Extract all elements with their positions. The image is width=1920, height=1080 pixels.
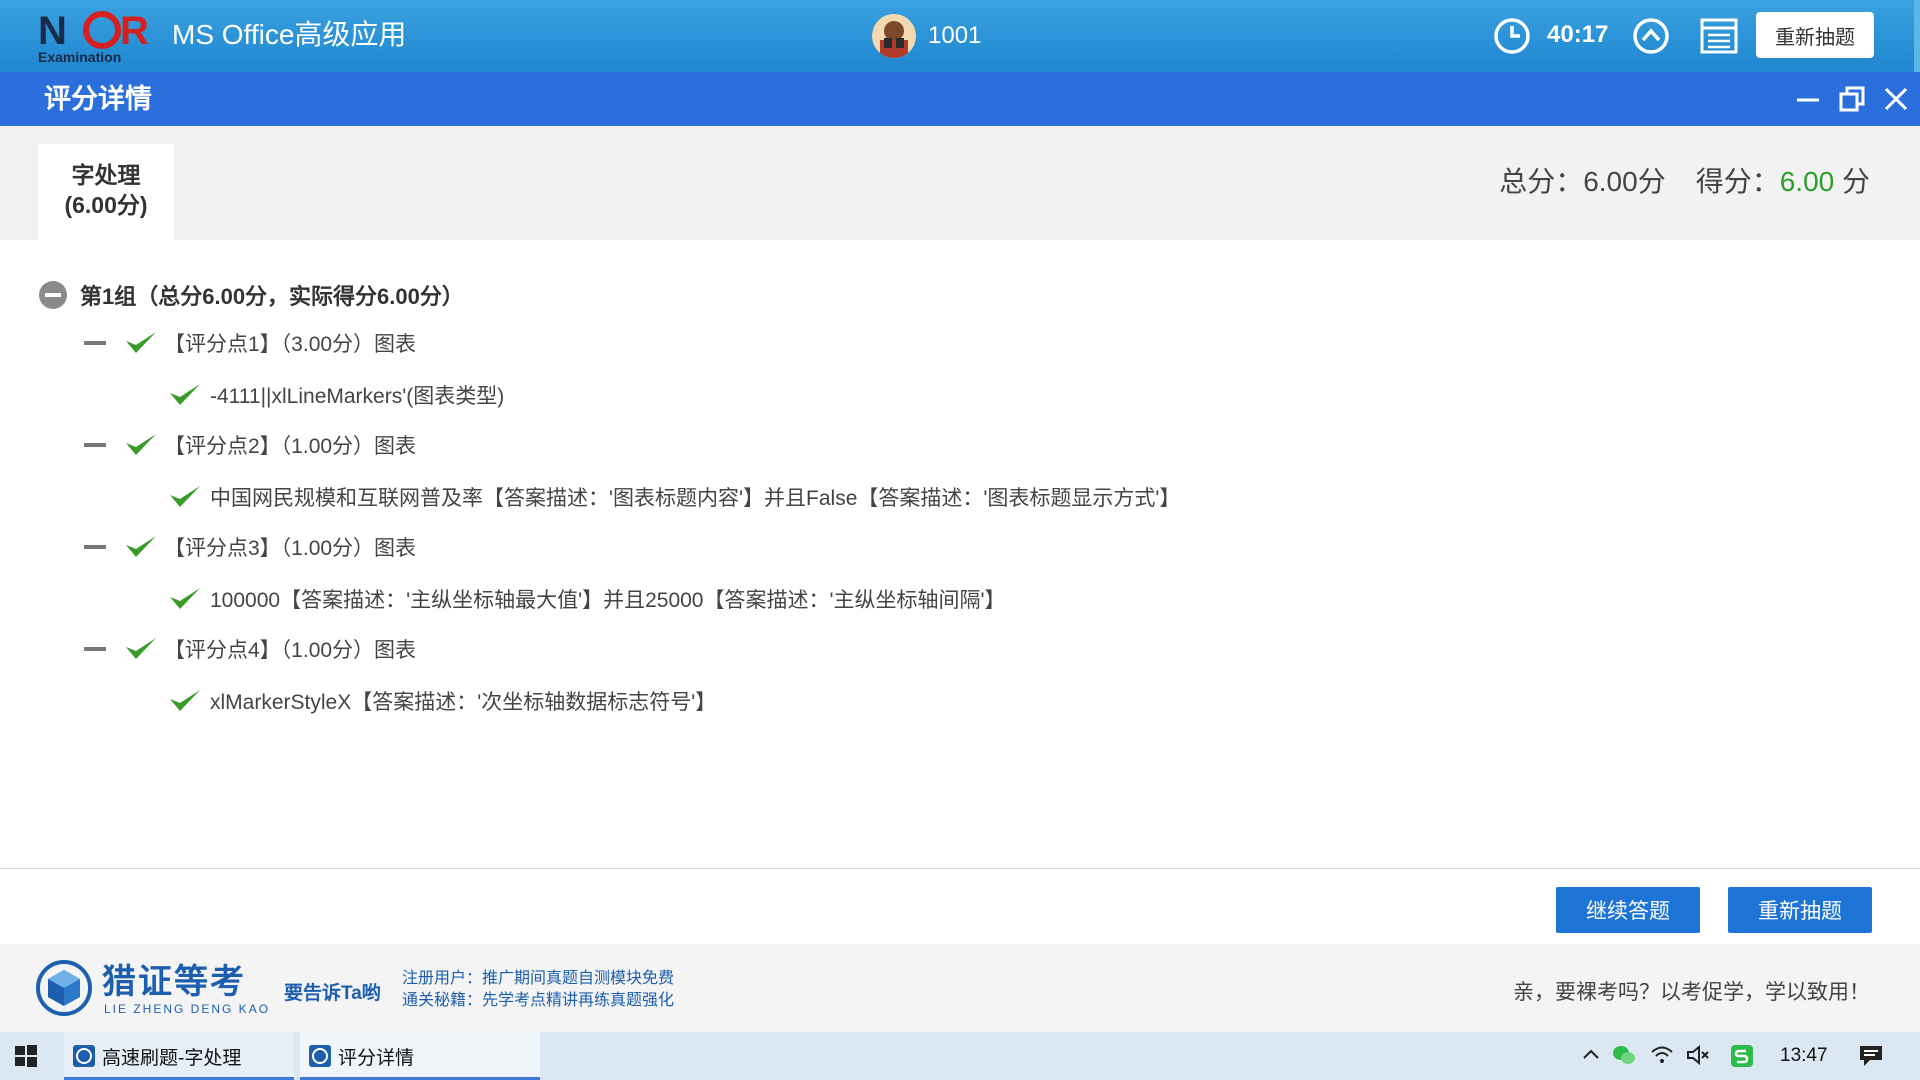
collapse-dash-icon[interactable] bbox=[84, 545, 106, 549]
scoring-tree: 第1组（总分6.00分，实际得分6.00分） 【评分点1】（3.00分）图表 -… bbox=[0, 240, 1920, 868]
svg-text:N: N bbox=[38, 9, 67, 53]
restore-icon[interactable] bbox=[1837, 84, 1867, 114]
promo-line-2: 通关秘籍：先学考点精讲再练真题强化 bbox=[402, 992, 675, 1009]
system-clock[interactable]: 13:47 bbox=[1780, 1045, 1828, 1067]
group-label: 第1组（总分6.00分，实际得分6.00分） bbox=[80, 284, 464, 309]
group-row[interactable]: 第1组（总分6.00分，实际得分6.00分） bbox=[38, 278, 464, 312]
user-id: 1001 bbox=[928, 22, 982, 49]
collapse-dash-icon[interactable] bbox=[84, 443, 106, 447]
scoring-point-3[interactable]: 【评分点3】（1.00分）图表 bbox=[84, 530, 416, 564]
promo-text: 注册用户：推广期间真题自测模块免费 通关秘籍：先学考点精讲再练真题强化 bbox=[402, 968, 674, 1012]
input-method-icon[interactable] bbox=[1730, 1044, 1754, 1068]
taskbar-item-label: 高速刷题-字处理 bbox=[102, 1047, 242, 1069]
app-header: N R Examination MS Office高级应用 1001 40:17 bbox=[0, 0, 1920, 72]
windows-taskbar: 高速刷题-字处理 评分详情 13:47 bbox=[0, 1032, 1920, 1080]
user-avatar[interactable] bbox=[872, 14, 916, 58]
check-icon bbox=[126, 536, 156, 557]
taskbar-item-label: 评分详情 bbox=[338, 1047, 415, 1069]
dialog-title-bar: 评分详情 bbox=[0, 72, 1920, 126]
wechat-icon[interactable] bbox=[1612, 1044, 1636, 1066]
got-value: 6.00 bbox=[1779, 166, 1835, 197]
slogan: 亲，要裸考吗？以考促学，学以致用！ bbox=[1513, 981, 1870, 1004]
continue-answering-button[interactable]: 继续答题 bbox=[1556, 887, 1700, 933]
redraw-question-button[interactable]: 重新抽题 bbox=[1728, 887, 1872, 933]
ncr-logo: N R Examination bbox=[36, 8, 160, 66]
tab-word-processing[interactable]: 字处理 (6.00分) bbox=[38, 144, 174, 240]
scoring-detail-3: 100000【答案描述：'主纵坐标轴最大值'】并且25000【答案描述：'主纵坐… bbox=[168, 582, 1006, 616]
speaker-muted-icon[interactable] bbox=[1686, 1044, 1710, 1066]
notification-icon[interactable] bbox=[1858, 1044, 1884, 1068]
minimize-icon[interactable] bbox=[1793, 84, 1823, 114]
got-unit: 分 bbox=[1834, 166, 1870, 197]
check-icon bbox=[170, 384, 200, 405]
scoring-detail-text: 中国网民规模和互联网普及率【答案描述：'图表标题内容'】并且False【答案描述… bbox=[210, 487, 1181, 510]
scoring-detail-text: 100000【答案描述：'主纵坐标轴最大值'】并且25000【答案描述：'主纵坐… bbox=[210, 589, 1006, 612]
chevron-up-icon[interactable] bbox=[1580, 1044, 1602, 1066]
check-icon bbox=[126, 638, 156, 659]
taskbar-item-score-detail[interactable]: 评分详情 bbox=[300, 1032, 540, 1080]
answer-sheet-icon[interactable] bbox=[1699, 16, 1739, 61]
dialog-title: 评分详情 bbox=[44, 84, 152, 114]
total-value: 6.00分 bbox=[1583, 166, 1666, 197]
scoring-point-4[interactable]: 【评分点4】（1.00分）图表 bbox=[84, 632, 416, 666]
clock-icon bbox=[1492, 16, 1532, 61]
scoring-point-label: 【评分点1】（3.00分）图表 bbox=[164, 333, 417, 356]
check-icon bbox=[126, 332, 156, 353]
scoring-detail-2: 中国网民规模和互联网普及率【答案描述：'图表标题内容'】并且False【答案描述… bbox=[168, 480, 1180, 514]
scoring-detail-text: -4111||xlLineMarkers'(图表类型) bbox=[210, 385, 505, 408]
scoring-detail-4: xlMarkerStyleX【答案描述：'次坐标轴数据标志符号'】 bbox=[168, 684, 716, 718]
scoring-detail-1: -4111||xlLineMarkers'(图表类型) bbox=[168, 378, 504, 412]
score-summary-band: 字处理 (6.00分) 总分：6.00分 得分：6.00 分 bbox=[0, 126, 1920, 240]
windows-start-icon[interactable] bbox=[14, 1044, 38, 1068]
scoring-point-label: 【评分点4】（1.00分）图表 bbox=[164, 639, 417, 662]
scoring-point-label: 【评分点2】（1.00分）图表 bbox=[164, 435, 417, 458]
promo-line-1: 注册用户：推广期间真题自测模块免费 bbox=[402, 970, 675, 987]
collapse-dash-icon[interactable] bbox=[84, 341, 106, 345]
tab-score: (6.00分) bbox=[64, 192, 148, 218]
svg-text:Examination: Examination bbox=[38, 49, 121, 65]
check-icon bbox=[170, 588, 200, 609]
scoring-point-1[interactable]: 【评分点1】（3.00分）图表 bbox=[84, 326, 416, 360]
tab-name: 字处理 bbox=[71, 162, 141, 188]
score-summary: 总分：6.00分 得分：6.00 分 bbox=[1499, 164, 1870, 200]
exam-app-icon bbox=[309, 1045, 331, 1067]
scoring-point-2[interactable]: 【评分点2】（1.00分）图表 bbox=[84, 428, 416, 462]
got-label: 得分： bbox=[1695, 166, 1780, 197]
brand-footer: 猎证等考 LIE ZHENG DENG KAO 要告诉Ta哟 注册用户：推广期间… bbox=[0, 944, 1920, 1032]
collapse-up-icon[interactable] bbox=[1631, 16, 1671, 61]
tell-ta-link[interactable]: 要告诉Ta哟 bbox=[284, 978, 381, 1005]
app-title: MS Office高级应用 bbox=[172, 19, 407, 50]
action-bar: 继续答题 重新抽题 bbox=[0, 868, 1920, 945]
brand-cube-logo bbox=[36, 960, 92, 1016]
collapse-dash-icon[interactable] bbox=[84, 647, 106, 651]
close-icon[interactable] bbox=[1881, 84, 1911, 114]
wifi-icon[interactable] bbox=[1650, 1044, 1674, 1066]
total-label: 总分： bbox=[1499, 166, 1584, 197]
exam-app-icon bbox=[73, 1045, 95, 1067]
scoring-detail-text: xlMarkerStyleX【答案描述：'次坐标轴数据标志符号'】 bbox=[210, 691, 717, 714]
check-icon bbox=[170, 486, 200, 507]
taskbar-item-practice[interactable]: 高速刷题-字处理 bbox=[64, 1032, 294, 1080]
brand-name: 猎证等考 bbox=[102, 963, 246, 1001]
countdown-timer: 40:17 bbox=[1547, 21, 1609, 48]
header-redraw-button[interactable]: 重新抽题 bbox=[1756, 12, 1874, 58]
check-icon bbox=[170, 690, 200, 711]
check-icon bbox=[126, 434, 156, 455]
svg-text:R: R bbox=[120, 9, 149, 53]
brand-pinyin: LIE ZHENG DENG KAO bbox=[104, 1002, 271, 1016]
scoring-point-label: 【评分点3】（1.00分）图表 bbox=[164, 537, 417, 560]
collapse-circle-icon[interactable] bbox=[38, 280, 68, 310]
header-edge bbox=[1914, 0, 1920, 72]
